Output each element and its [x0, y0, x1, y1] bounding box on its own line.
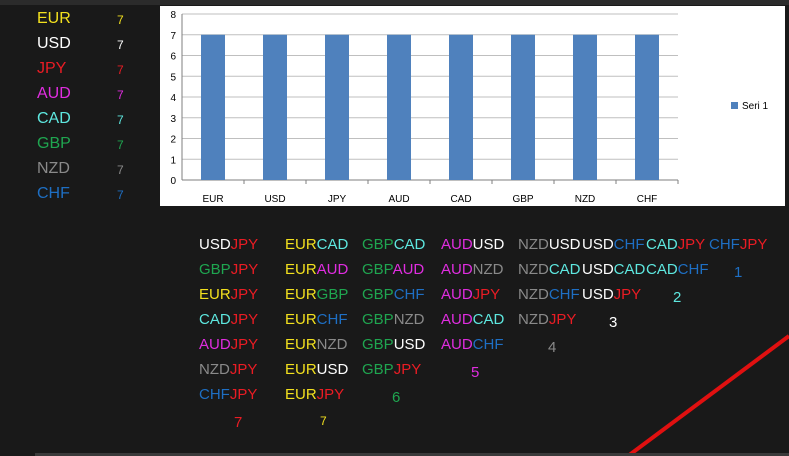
red-trend-line: [626, 334, 789, 456]
